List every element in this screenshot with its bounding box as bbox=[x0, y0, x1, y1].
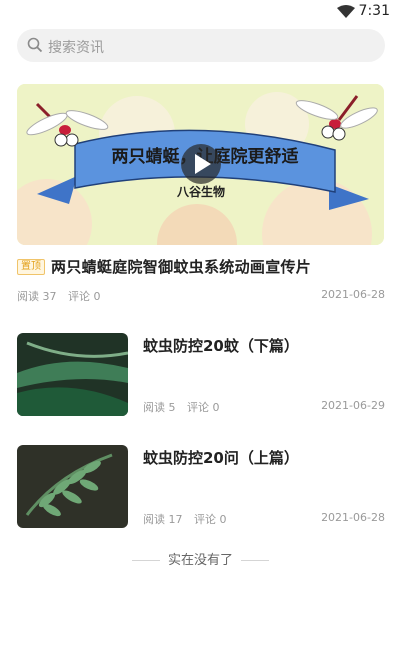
article-title[interactable]: 蚊虫防控20蚊（下篇） bbox=[143, 335, 299, 356]
status-time: 7:31 bbox=[358, 3, 390, 19]
search-input[interactable]: 搜索资讯 bbox=[17, 29, 385, 62]
end-of-list: 实在没有了 bbox=[0, 549, 401, 568]
article-reads: 阅读 5 bbox=[143, 401, 176, 414]
article-meta: 阅读 17 评论 0 bbox=[143, 511, 235, 527]
end-text: 实在没有了 bbox=[167, 553, 233, 568]
featured-date: 2021-06-28 bbox=[321, 288, 385, 301]
article-meta: 阅读 5 评论 0 bbox=[143, 399, 228, 415]
divider-left bbox=[131, 560, 160, 561]
article-date: 2021-06-28 bbox=[321, 511, 385, 524]
featured-meta: 阅读 37 评论 0 bbox=[17, 288, 109, 304]
featured-title[interactable]: 两只蜻蜓庭院智御蚊虫系统动画宣传片 bbox=[51, 256, 311, 277]
divider-right bbox=[241, 560, 269, 561]
play-icon[interactable] bbox=[181, 144, 221, 184]
banner-brand: 八谷生物 bbox=[176, 184, 225, 199]
status-bar: 7:31 bbox=[0, 0, 401, 26]
featured-comments: 评论 0 bbox=[68, 290, 101, 303]
article-thumbnail bbox=[17, 445, 128, 528]
article-reads: 阅读 17 bbox=[143, 513, 183, 526]
list-item[interactable]: 蚊虫防控20蚊（下篇） 阅读 5 评论 0 2021-06-29 bbox=[0, 333, 401, 419]
list-item[interactable]: 蚊虫防控20问（上篇） 阅读 17 评论 0 2021-06-28 bbox=[0, 445, 401, 531]
article-date: 2021-06-29 bbox=[321, 399, 385, 412]
search-icon bbox=[27, 37, 43, 57]
featured-reads: 阅读 37 bbox=[17, 290, 57, 303]
article-title[interactable]: 蚊虫防控20问（上篇） bbox=[143, 447, 299, 468]
pinned-badge: 置顶 bbox=[17, 258, 45, 275]
wifi-icon bbox=[337, 4, 355, 23]
search-placeholder: 搜索资讯 bbox=[48, 40, 104, 56]
article-comments: 评论 0 bbox=[187, 401, 220, 414]
article-thumbnail bbox=[17, 333, 128, 416]
featured-title-row[interactable]: 置顶 两只蜻蜓庭院智御蚊虫系统动画宣传片 bbox=[17, 256, 387, 277]
article-comments: 评论 0 bbox=[194, 513, 227, 526]
featured-video-banner[interactable]: 两只蜻蜓，让庭院更舒适 八谷生物 bbox=[17, 84, 384, 245]
